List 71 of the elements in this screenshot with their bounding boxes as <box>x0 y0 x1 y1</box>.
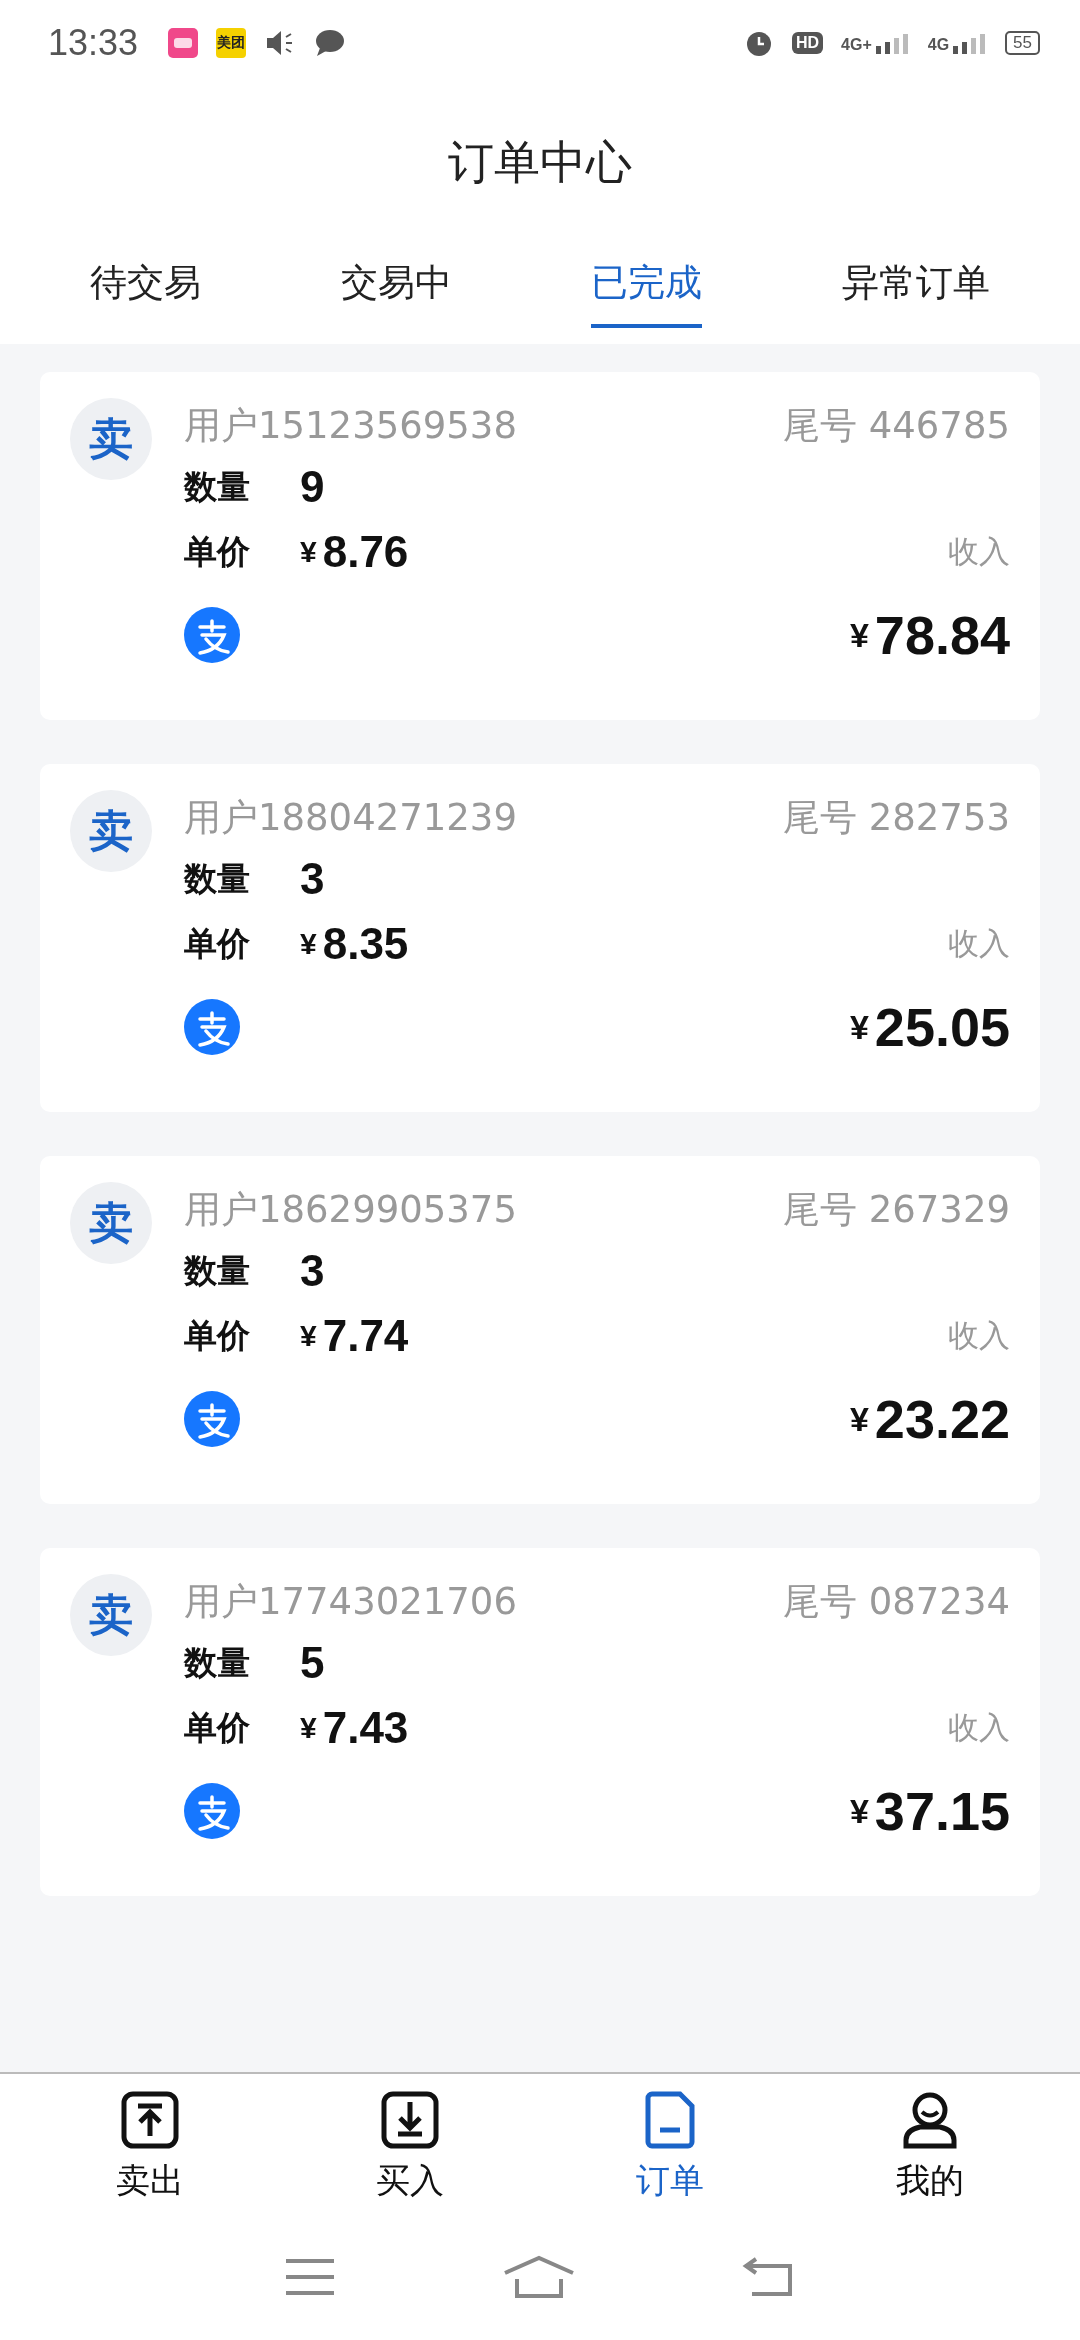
nav-tab[interactable]: 订单 <box>600 2074 740 2214</box>
user-id: 用户15123569538 <box>184 403 517 449</box>
home-icon <box>503 2255 575 2299</box>
unit-price-value: 7.43 <box>322 1703 409 1753</box>
tab[interactable]: 异常订单 <box>842 240 991 328</box>
order-tail-number: 尾号 282753 <box>783 795 1010 841</box>
currency-symbol: ¥ <box>849 1007 869 1047</box>
seller-badge: 卖 <box>70 790 152 872</box>
income-amount: 23.22 <box>874 1388 1010 1450</box>
user-id: 用户18804271239 <box>184 795 517 841</box>
alipay-icon <box>184 1391 240 1447</box>
alipay-icon <box>184 999 240 1055</box>
unit-price-label: 单价 <box>184 1706 251 1749</box>
app-icon <box>168 28 199 58</box>
quantity-value: 5 <box>300 1638 325 1688</box>
download-icon <box>380 2090 440 2150</box>
user-id: 用户18629905375 <box>184 1187 517 1233</box>
nav-tab[interactable]: 卖出 <box>80 2074 220 2214</box>
currency-symbol: ¥ <box>300 1711 317 1745</box>
currency-symbol: ¥ <box>300 1319 317 1353</box>
status-time: 13:33 <box>48 22 139 64</box>
income-amount: 25.05 <box>874 996 1010 1058</box>
unit-price-label: 单价 <box>184 530 251 573</box>
seller-badge: 卖 <box>70 1182 152 1264</box>
chat-bubble-icon <box>314 28 347 58</box>
battery-level: 55 <box>1005 31 1040 55</box>
unit-price-value: 8.76 <box>322 527 409 577</box>
quantity-value: 9 <box>300 462 325 512</box>
signal-icon <box>953 32 988 54</box>
tab[interactable]: 已完成 <box>591 240 703 328</box>
currency-symbol: ¥ <box>300 535 317 569</box>
network-label: 4G+ <box>841 36 872 54</box>
quantity-value: 3 <box>300 854 325 904</box>
income-amount: 37.15 <box>874 1780 1010 1842</box>
seller-badge: 卖 <box>70 398 152 480</box>
currency-symbol: ¥ <box>849 1791 869 1831</box>
tab[interactable]: 交易中 <box>340 240 452 328</box>
unit-price-label: 单价 <box>184 1314 251 1357</box>
seller-badge: 卖 <box>70 1574 152 1656</box>
nav-tab[interactable]: 我的 <box>860 2074 1000 2214</box>
quantity-label: 数量 <box>184 465 251 508</box>
quantity-label: 数量 <box>184 1249 251 1292</box>
order-tail-number: 尾号 087234 <box>783 1579 1010 1625</box>
upload-icon <box>120 2090 180 2150</box>
app-label: 美团 <box>216 28 247 58</box>
menu-icon <box>283 2257 336 2297</box>
income-label: 收入 <box>948 532 1010 571</box>
tab[interactable]: 待交易 <box>89 240 201 328</box>
quantity-label: 数量 <box>184 1641 251 1684</box>
network-label: 4G <box>927 36 950 54</box>
unit-price-label: 单价 <box>184 922 251 965</box>
signal-icon <box>875 32 910 54</box>
order-tail-number: 尾号 267329 <box>783 1187 1010 1233</box>
income-amount: 78.84 <box>874 604 1010 666</box>
unit-price-value: 7.74 <box>322 1311 409 1361</box>
quantity-label: 数量 <box>184 857 251 900</box>
user-id: 用户17743021706 <box>184 1579 517 1625</box>
alipay-icon <box>184 1783 240 1839</box>
page-title: 订单中心 <box>448 135 632 189</box>
alipay-icon <box>184 607 240 663</box>
hd-label: HD <box>791 32 824 54</box>
unit-price-value: 8.35 <box>322 919 409 969</box>
nav-tab[interactable]: 买入 <box>340 2074 480 2214</box>
currency-symbol: ¥ <box>849 615 869 655</box>
currency-symbol: ¥ <box>300 927 317 961</box>
order-tail-number: 尾号 446785 <box>783 403 1010 449</box>
income-label: 收入 <box>948 1316 1010 1355</box>
currency-symbol: ¥ <box>849 1399 869 1439</box>
income-label: 收入 <box>948 924 1010 963</box>
quantity-value: 3 <box>300 1246 325 1296</box>
income-label: 收入 <box>948 1708 1010 1747</box>
